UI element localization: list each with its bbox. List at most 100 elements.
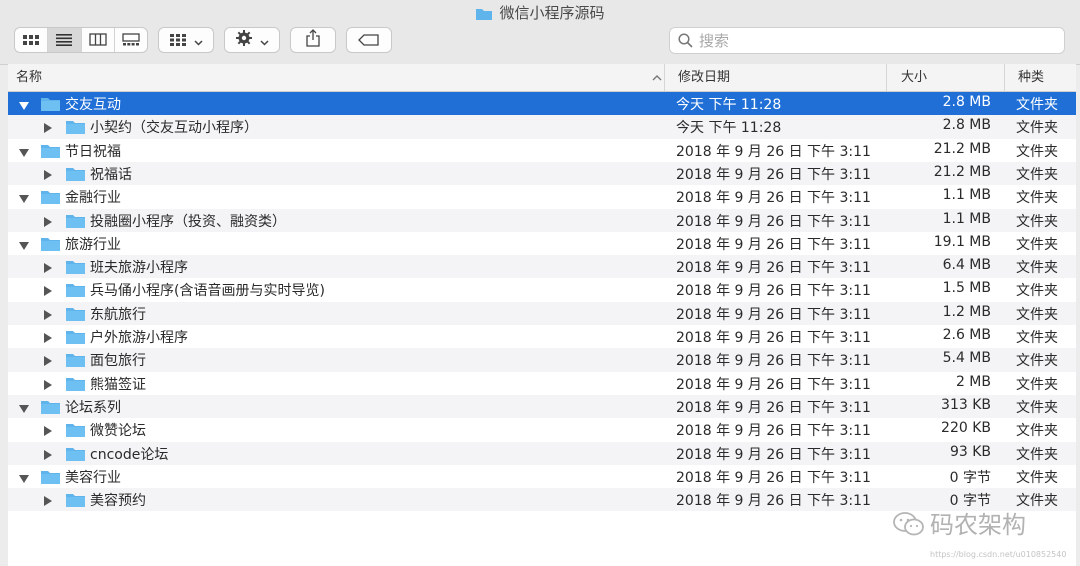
disclosure-collapsed-icon[interactable] bbox=[43, 122, 53, 138]
file-size: 220 KB bbox=[941, 420, 991, 437]
column-header-name-label: 名称 bbox=[16, 70, 43, 85]
disclosure-collapsed-icon[interactable] bbox=[43, 425, 53, 441]
file-size: 1.5 MB bbox=[942, 280, 991, 297]
column-header-size[interactable]: 大小 bbox=[886, 64, 1004, 91]
folder-icon bbox=[65, 422, 86, 442]
file-date: 2018 年 9 月 26 日 下午 3:11 bbox=[676, 446, 871, 463]
folder-icon bbox=[40, 399, 61, 419]
file-kind: 文件夹 bbox=[1016, 166, 1058, 183]
file-size: 1.2 MB bbox=[942, 303, 991, 320]
folder-icon bbox=[65, 352, 86, 372]
gallery-view-icon bbox=[122, 31, 140, 50]
file-name: 熊猫签证 bbox=[90, 376, 146, 393]
file-kind: 文件夹 bbox=[1016, 236, 1058, 253]
list-view-icon bbox=[55, 31, 73, 50]
file-name: 面包旅行 bbox=[90, 353, 146, 370]
view-mode-control[interactable] bbox=[14, 27, 148, 53]
subfolder-row[interactable]: cncode论坛 2018 年 9 月 26 日 下午 3:11 93 KB 文件夹 bbox=[8, 441, 1076, 465]
file-size: 0 字节 bbox=[949, 469, 991, 486]
disclosure-collapsed-icon[interactable] bbox=[43, 355, 53, 371]
file-date: 2018 年 9 月 26 日 下午 3:11 bbox=[676, 469, 871, 486]
folder-icon bbox=[40, 143, 61, 163]
disclosure-collapsed-icon[interactable] bbox=[43, 495, 53, 511]
subfolder-row[interactable]: 户外旅游小程序 2018 年 9 月 26 日 下午 3:11 2.6 MB 文件夹 bbox=[8, 325, 1076, 348]
disclosure-collapsed-icon[interactable] bbox=[43, 285, 53, 301]
column-view-button[interactable] bbox=[82, 28, 115, 52]
watermark-url: https://blog.csdn.net/u010852540 bbox=[930, 550, 1067, 559]
group-by-button[interactable] bbox=[158, 27, 214, 53]
file-kind: 文件夹 bbox=[1016, 330, 1058, 346]
file-kind: 文件夹 bbox=[1016, 306, 1058, 323]
search-placeholder: 搜索 bbox=[699, 32, 730, 50]
subfolder-row[interactable]: 小契约（交友互动小程序） 今天 下午 11:28 2.8 MB 文件夹 bbox=[8, 115, 1076, 139]
subfolder-row[interactable]: 东航旅行 2018 年 9 月 26 日 下午 3:11 1.2 MB 文件夹 bbox=[8, 301, 1076, 325]
subfolder-row[interactable]: 班夫旅游小程序 2018 年 9 月 26 日 下午 3:11 6.4 MB 文件夹 bbox=[8, 255, 1076, 279]
file-kind: 文件夹 bbox=[1016, 143, 1058, 160]
subfolder-row[interactable]: 面包旅行 2018 年 9 月 26 日 下午 3:11 5.4 MB 文件夹 bbox=[8, 348, 1076, 372]
file-date: 2018 年 9 月 26 日 下午 3:11 bbox=[676, 236, 871, 253]
subfolder-row[interactable]: 投融圈小程序（投资、融资类） 2018 年 9 月 26 日 下午 3:11 1.1… bbox=[8, 208, 1076, 232]
tag-button[interactable] bbox=[346, 27, 392, 53]
file-name: 交友互动 bbox=[65, 97, 121, 113]
file-name: 金融行业 bbox=[65, 190, 121, 207]
tag-icon bbox=[358, 31, 380, 50]
disclosure-collapsed-icon[interactable] bbox=[43, 262, 53, 278]
file-size: 21.2 MB bbox=[933, 163, 991, 180]
disclosure-expanded-icon[interactable] bbox=[18, 146, 30, 162]
subfolder-row[interactable]: 祝福话 2018 年 9 月 26 日 下午 3:11 21.2 MB 文件夹 bbox=[8, 161, 1076, 186]
file-date: 2018 年 9 月 26 日 下午 3:11 bbox=[676, 376, 871, 393]
icon-view-button[interactable] bbox=[15, 28, 49, 52]
file-size: 5.4 MB bbox=[942, 350, 991, 367]
column-header-name[interactable]: 名称 bbox=[16, 64, 666, 91]
disclosure-collapsed-icon[interactable] bbox=[43, 332, 53, 348]
folder-icon bbox=[65, 166, 86, 186]
subfolder-row[interactable]: 微赞论坛 2018 年 9 月 26 日 下午 3:11 220 KB 文件夹 bbox=[8, 418, 1076, 441]
disclosure-expanded-icon[interactable] bbox=[18, 472, 30, 488]
disclosure-collapsed-icon[interactable] bbox=[43, 449, 53, 465]
folder-icon bbox=[65, 259, 86, 279]
file-size: 2 MB bbox=[955, 373, 991, 390]
folder-row[interactable]: 交友互动 今天 下午 11:28 2.8 MB 文件夹 bbox=[8, 92, 1076, 116]
disclosure-expanded-icon[interactable] bbox=[18, 239, 30, 255]
disclosure-expanded-icon[interactable] bbox=[18, 192, 30, 208]
column-header: 名称 修改日期 大小 种类 bbox=[8, 64, 1076, 92]
file-size: 1.1 MB bbox=[942, 210, 991, 227]
gallery-view-button[interactable] bbox=[115, 28, 147, 52]
disclosure-expanded-icon[interactable] bbox=[18, 402, 30, 418]
file-kind: 文件夹 bbox=[1016, 423, 1058, 440]
share-icon bbox=[305, 29, 321, 51]
share-button[interactable] bbox=[290, 27, 336, 53]
search-icon bbox=[678, 33, 693, 48]
disclosure-collapsed-icon[interactable] bbox=[43, 309, 53, 325]
chevron-down-icon bbox=[194, 31, 203, 50]
subfolder-row[interactable]: 兵马俑小程序(含语音画册与实时导览) 2018 年 9 月 26 日 下午 3:1… bbox=[8, 278, 1076, 301]
gear-icon bbox=[235, 29, 253, 51]
file-name: 兵马俑小程序(含语音画册与实时导览) bbox=[90, 283, 325, 300]
disclosure-collapsed-icon[interactable] bbox=[43, 216, 53, 232]
column-header-kind[interactable]: 种类 bbox=[1004, 64, 1076, 91]
subfolder-row[interactable]: 熊猫签证 2018 年 9 月 26 日 下午 3:11 2 MB 文件夹 bbox=[8, 372, 1076, 395]
disclosure-collapsed-icon[interactable] bbox=[43, 169, 53, 185]
file-name: 论坛系列 bbox=[65, 399, 121, 416]
file-date: 今天 下午 11:28 bbox=[676, 97, 782, 113]
search-field[interactable]: 搜索 bbox=[669, 27, 1065, 54]
file-name: 节日祝福 bbox=[65, 143, 121, 160]
action-menu-button[interactable] bbox=[224, 27, 280, 53]
title-bar: 微信小程序源码 bbox=[0, 0, 1080, 24]
disclosure-collapsed-icon[interactable] bbox=[43, 379, 53, 395]
folder-row[interactable]: 旅游行业 2018 年 9 月 26 日 下午 3:11 19.1 MB 文件夹 bbox=[8, 232, 1076, 255]
folder-row[interactable]: 金融行业 2018 年 9 月 26 日 下午 3:11 1.1 MB 文件夹 bbox=[8, 185, 1076, 208]
folder-row[interactable]: 美容行业 2018 年 9 月 26 日 下午 3:11 0 字节 文件夹 bbox=[8, 465, 1076, 488]
file-name: cncode论坛 bbox=[90, 446, 169, 463]
folder-row[interactable]: 论坛系列 2018 年 9 月 26 日 下午 3:11 313 KB 文件夹 bbox=[8, 394, 1076, 419]
group-icon bbox=[169, 31, 187, 50]
folder-row[interactable]: 节日祝福 2018 年 9 月 26 日 下午 3:11 21.2 MB 文件夹 bbox=[8, 139, 1076, 162]
column-header-date[interactable]: 修改日期 bbox=[664, 64, 886, 91]
file-date: 2018 年 9 月 26 日 下午 3:11 bbox=[676, 493, 871, 510]
list-view-button[interactable] bbox=[48, 28, 82, 52]
file-date: 2018 年 9 月 26 日 下午 3:11 bbox=[676, 213, 871, 230]
column-header-date-label: 修改日期 bbox=[678, 70, 731, 85]
file-size: 21.2 MB bbox=[933, 140, 991, 157]
folder-icon bbox=[65, 329, 86, 349]
disclosure-expanded-icon[interactable] bbox=[18, 99, 30, 115]
